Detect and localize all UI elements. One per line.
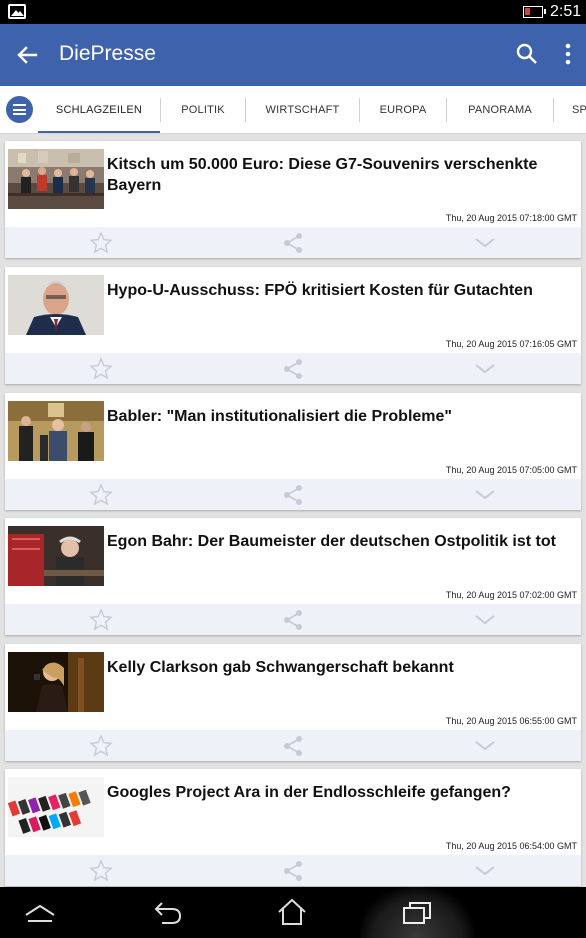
tab-wirtschaft[interactable]: WIRTSCHAFT xyxy=(246,86,359,133)
article-card[interactable]: Kitsch um 50.000 Euro: Diese G7-Souvenir… xyxy=(5,141,581,258)
article-card[interactable]: Hypo-U-Ausschuss: FPÖ kritisiert Kosten … xyxy=(5,267,581,384)
article-actions xyxy=(5,855,581,886)
category-tab-bar: SCHLAGZEILEN POLITIK WIRTSCHAFT EUROPA P… xyxy=(0,86,586,134)
article-date: Thu, 20 Aug 2015 07:16:05 GMT xyxy=(445,339,577,349)
article-headline[interactable]: Kelly Clarkson gab Schwangerschaft bekan… xyxy=(107,657,573,678)
chevron-down-icon[interactable] xyxy=(473,863,497,879)
home-icon[interactable] xyxy=(276,897,308,927)
star-icon[interactable] xyxy=(89,859,113,883)
article-date: Thu, 20 Aug 2015 06:55:00 GMT xyxy=(445,716,577,726)
article-date: Thu, 20 Aug 2015 07:05:00 GMT xyxy=(445,465,577,475)
article-card[interactable]: Kelly Clarkson gab Schwangerschaft bekan… xyxy=(5,644,581,761)
share-icon[interactable] xyxy=(282,735,304,757)
article-thumbnail[interactable] xyxy=(8,526,104,586)
article-headline[interactable]: Egon Bahr: Der Baumeister der deutschen … xyxy=(107,531,573,552)
article-list: Kitsch um 50.000 Euro: Diese G7-Souvenir… xyxy=(0,134,586,887)
tab-europa[interactable]: EUROPA xyxy=(360,86,446,133)
system-nav-bar xyxy=(0,887,586,938)
article-headline[interactable]: Hypo-U-Ausschuss: FPÖ kritisiert Kosten … xyxy=(107,280,573,301)
article-actions xyxy=(5,730,581,761)
picture-icon xyxy=(8,4,26,19)
article-thumbnail[interactable] xyxy=(8,652,104,712)
article-thumbnail[interactable] xyxy=(8,149,104,209)
share-icon[interactable] xyxy=(282,609,304,631)
status-bar: 2:51 xyxy=(0,0,586,24)
share-icon[interactable] xyxy=(282,232,304,254)
share-icon[interactable] xyxy=(282,484,304,506)
star-icon[interactable] xyxy=(89,483,113,507)
article-actions xyxy=(5,353,581,384)
battery-icon xyxy=(523,6,546,18)
app-title: DiePresse xyxy=(59,42,156,65)
chevron-down-icon[interactable] xyxy=(473,612,497,628)
tab-sport[interactable]: SP xyxy=(572,86,586,133)
menu-up-icon[interactable] xyxy=(24,902,56,924)
back-arrow-icon[interactable] xyxy=(14,42,40,68)
article-actions xyxy=(5,479,581,510)
article-date: Thu, 20 Aug 2015 06:54:00 GMT xyxy=(445,841,577,851)
article-card[interactable]: Googles Project Ara in der Endlosschleif… xyxy=(5,769,581,886)
tab-schlagzeilen[interactable]: SCHLAGZEILEN xyxy=(38,86,160,133)
share-icon[interactable] xyxy=(282,860,304,882)
article-card[interactable]: Egon Bahr: Der Baumeister der deutschen … xyxy=(5,518,581,635)
share-icon[interactable] xyxy=(282,358,304,380)
back-icon[interactable] xyxy=(152,899,184,927)
overflow-menu-icon[interactable] xyxy=(558,41,578,67)
article-actions xyxy=(5,604,581,635)
app-bar: DiePresse xyxy=(0,24,586,86)
article-date: Thu, 20 Aug 2015 07:02:00 GMT xyxy=(445,590,577,600)
article-card[interactable]: Babler: "Man institutionalisiert die Pro… xyxy=(5,393,581,510)
star-icon[interactable] xyxy=(89,608,113,632)
article-thumbnail[interactable] xyxy=(8,777,104,837)
recent-apps-icon[interactable] xyxy=(401,900,433,926)
star-icon[interactable] xyxy=(89,357,113,381)
chevron-down-icon[interactable] xyxy=(473,235,497,251)
chevron-down-icon[interactable] xyxy=(473,738,497,754)
article-headline[interactable]: Babler: "Man institutionalisiert die Pro… xyxy=(107,406,573,427)
search-icon[interactable] xyxy=(514,41,540,67)
article-thumbnail[interactable] xyxy=(8,275,104,335)
tab-politik[interactable]: POLITIK xyxy=(161,86,245,133)
article-actions xyxy=(5,227,581,258)
menu-icon[interactable] xyxy=(6,96,33,123)
star-icon[interactable] xyxy=(89,734,113,758)
article-date: Thu, 20 Aug 2015 07:18:00 GMT xyxy=(445,213,577,223)
article-thumbnail[interactable] xyxy=(8,401,104,461)
star-icon[interactable] xyxy=(89,231,113,255)
article-headline[interactable]: Kitsch um 50.000 Euro: Diese G7-Souvenir… xyxy=(107,154,573,196)
article-headline[interactable]: Googles Project Ara in der Endlosschleif… xyxy=(107,782,573,803)
tab-panorama[interactable]: PANORAMA xyxy=(447,86,553,133)
clock: 2:51 xyxy=(550,3,582,20)
chevron-down-icon[interactable] xyxy=(473,487,497,503)
chevron-down-icon[interactable] xyxy=(473,361,497,377)
